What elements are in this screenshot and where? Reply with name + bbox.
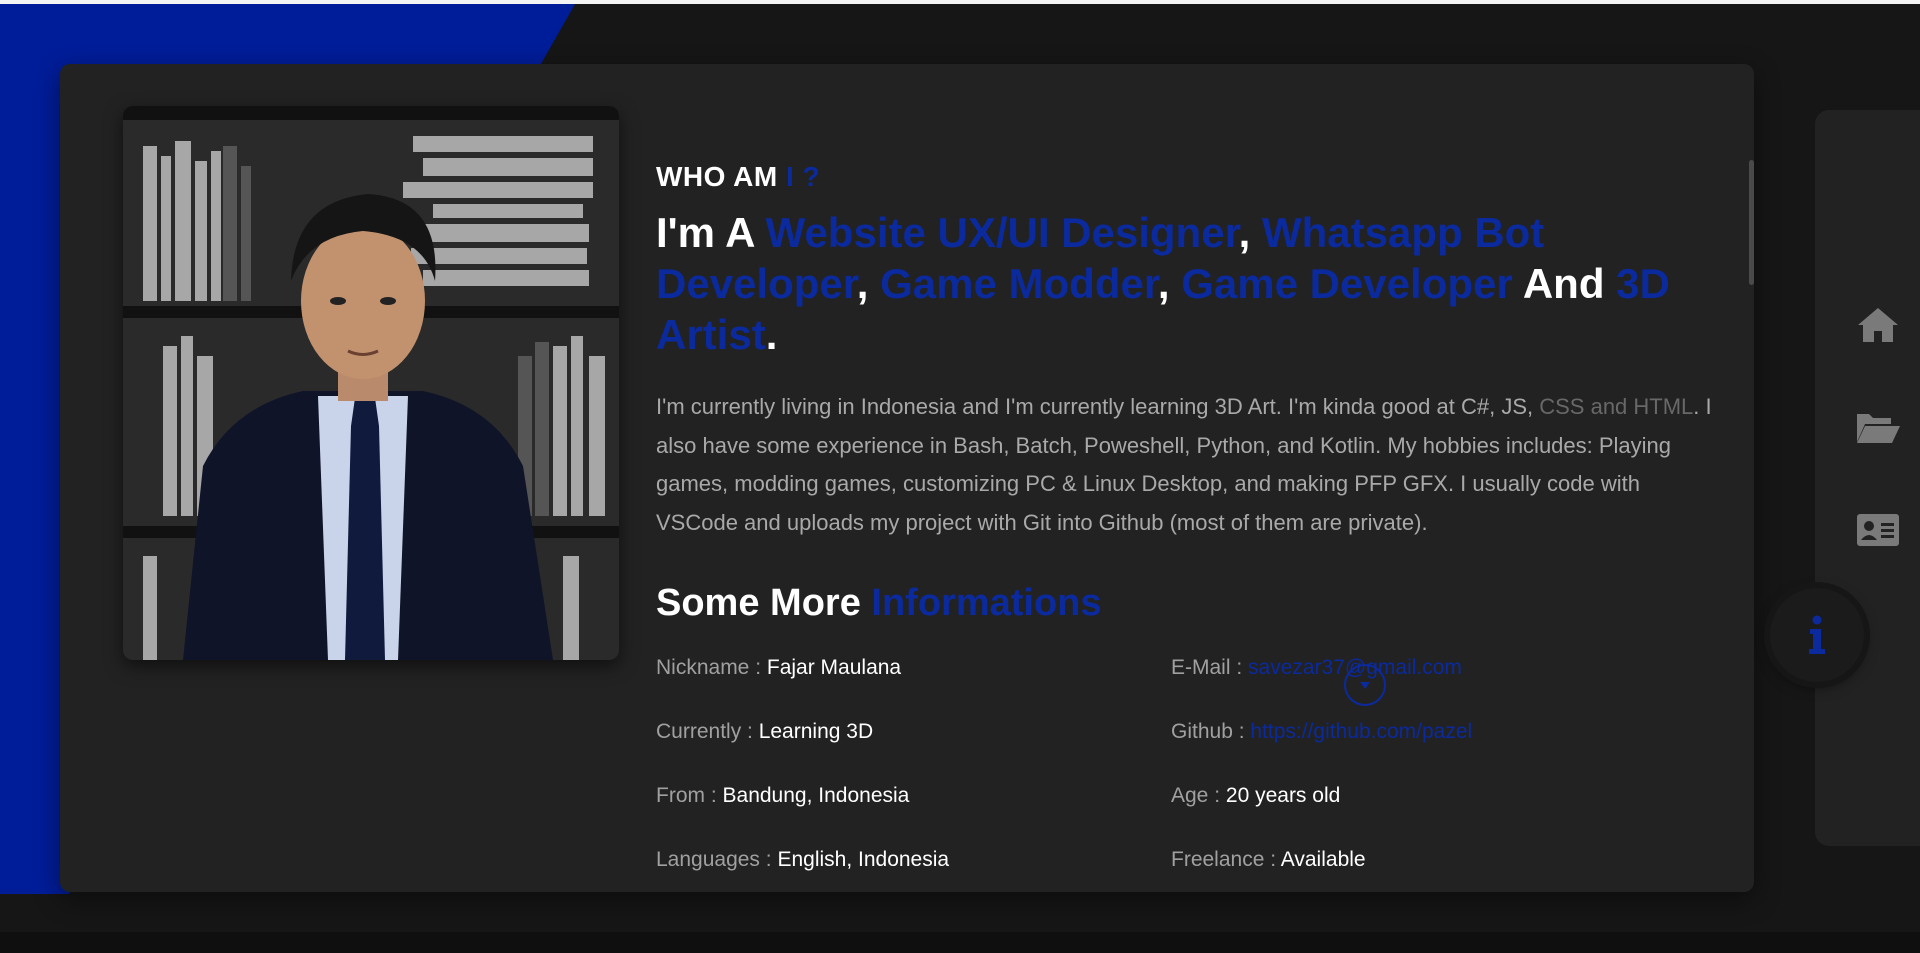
info-label: Nickname : — [656, 656, 762, 679]
info-github: Github : https://github.com/pazel — [1171, 718, 1686, 746]
scroll-down-icon[interactable] — [1344, 664, 1386, 706]
info-label: E-Mail : — [1171, 656, 1243, 679]
bio-paragraph: I'm currently living in Indonesia and I'… — [656, 388, 1716, 542]
info-languages: Languages : English, Indonesia — [656, 846, 1171, 874]
nav-about-button[interactable] — [1770, 588, 1864, 682]
info-email: E-Mail : savezar37@gmail.com — [1171, 654, 1686, 682]
more-info-prefix: Some More — [656, 582, 861, 624]
headline-separator: , — [856, 260, 869, 307]
info-age: Age : 20 years old — [1171, 782, 1686, 810]
scroll-down-arrow — [1360, 681, 1370, 689]
role-game-modder: Game Modder — [880, 260, 1158, 307]
about-content: WHO AM I ? I'm A Website UX/UI Designer,… — [656, 161, 1746, 892]
info-value: Learning 3D — [758, 720, 874, 743]
info-value: Bandung, Indonesia — [722, 784, 910, 807]
about-card: WHO AM I ? I'm A Website UX/UI Designer,… — [60, 64, 1754, 892]
bio-muted-skills: CSS and HTML — [1539, 394, 1694, 419]
headline-separator: , — [1238, 209, 1251, 256]
github-link[interactable]: https://github.com/pazel — [1250, 720, 1472, 743]
content-scrollbar-thumb[interactable] — [1749, 160, 1754, 285]
info-row: Currently : Learning 3D Github : https:/… — [656, 718, 1716, 782]
nav-home-button[interactable] — [1853, 300, 1903, 350]
headline-intro: I'm A — [656, 209, 754, 256]
info-from: From : Bandung, Indonesia — [656, 782, 1171, 810]
headline-end: . — [765, 311, 778, 358]
headline-separator: , — [1157, 260, 1170, 307]
who-am-i-heading: WHO AM I ? — [656, 161, 1746, 193]
role-game-developer: Game Developer — [1181, 260, 1513, 307]
more-info-heading: Some More Informations — [656, 582, 1746, 628]
info-label: Age : — [1171, 784, 1221, 807]
info-label: Freelance : — [1171, 848, 1277, 871]
bottom-band — [0, 932, 1920, 953]
home-icon — [1858, 308, 1898, 342]
info-value: 20 years old — [1225, 784, 1341, 807]
info-label: Languages : — [656, 848, 772, 871]
bio-text-1: I'm currently living in Indonesia and I'… — [656, 394, 1540, 419]
side-navigation — [1815, 110, 1920, 846]
info-label: Github : — [1171, 720, 1245, 743]
info-value: English, Indonesia — [777, 848, 950, 871]
headline-conjunction: And — [1522, 260, 1605, 307]
info-row: Languages : English, Indonesia Freelance… — [656, 846, 1716, 892]
info-grid: Nickname : Fajar Maulana E-Mail : saveza… — [656, 654, 1716, 892]
contact-card-icon — [1857, 514, 1899, 546]
who-am-i-accent: I ? — [786, 161, 821, 192]
info-value: Fajar Maulana — [766, 656, 902, 679]
more-info-accent: Informations — [871, 582, 1102, 624]
info-label: From : — [656, 784, 717, 807]
profile-photo-illustration — [123, 106, 619, 660]
info-row: Nickname : Fajar Maulana E-Mail : saveza… — [656, 654, 1716, 718]
info-currently: Currently : Learning 3D — [656, 718, 1171, 746]
role-ux-ui-designer: Website UX/UI Designer — [765, 209, 1239, 256]
info-row: From : Bandung, Indonesia Age : 20 years… — [656, 782, 1716, 846]
top-border — [0, 0, 1920, 4]
profile-photo — [123, 106, 619, 660]
roles-headline: I'm A Website UX/UI Designer, Whatsapp B… — [656, 207, 1716, 360]
info-nickname: Nickname : Fajar Maulana — [656, 654, 1171, 682]
who-am-i-prefix: WHO AM — [656, 161, 778, 192]
info-icon — [1809, 615, 1825, 654]
nav-contact-button[interactable] — [1853, 505, 1903, 555]
info-label: Currently : — [656, 720, 753, 743]
info-value: Available — [1280, 848, 1366, 871]
nav-portfolio-button[interactable] — [1853, 402, 1903, 452]
folder-open-icon — [1857, 414, 1900, 443]
info-freelance: Freelance : Available — [1171, 846, 1686, 874]
